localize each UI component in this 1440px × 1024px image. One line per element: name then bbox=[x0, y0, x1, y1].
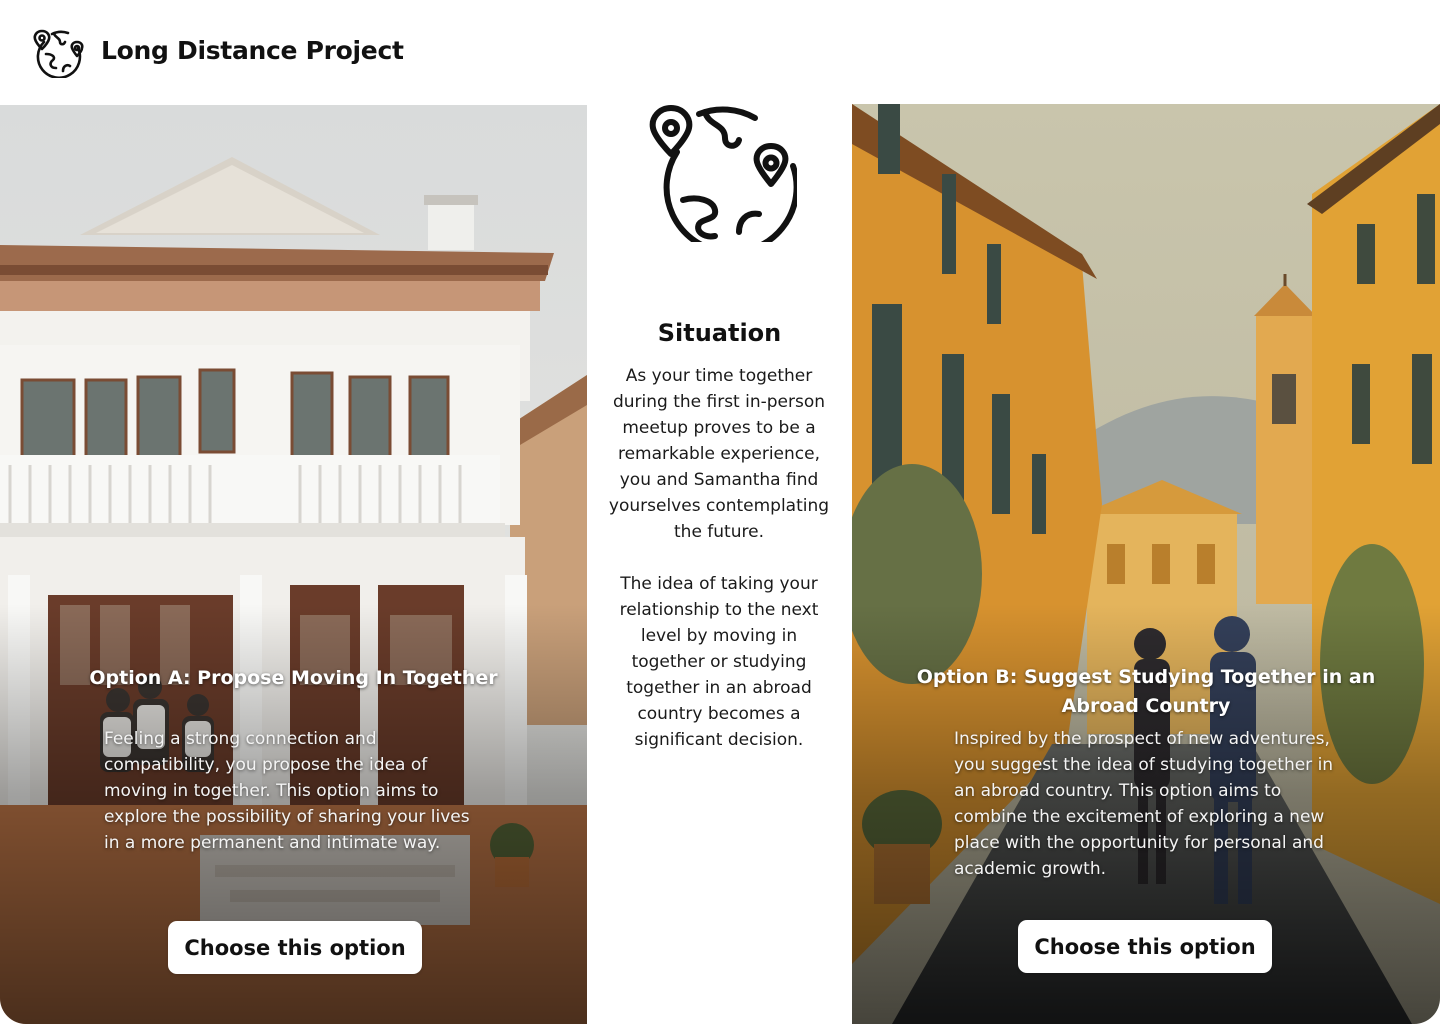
situation-paragraph: As your time together during the first i… bbox=[608, 366, 830, 542]
option-b-card: Option B: Suggest Studying Together in a… bbox=[852, 104, 1440, 1024]
option-b-description: Inspired by the prospect of new adventur… bbox=[954, 729, 1334, 879]
app-title: Long Distance Project bbox=[101, 36, 404, 65]
situation-panel: Situation As your time together during t… bbox=[587, 104, 852, 1024]
globe-with-pins-icon bbox=[649, 105, 797, 242]
situation-text: As your time together during the first i… bbox=[605, 363, 833, 753]
header: Long Distance Project bbox=[0, 0, 1440, 104]
globe-with-pins-icon bbox=[33, 29, 84, 78]
situation-paragraph: The idea of taking your relationship to … bbox=[619, 574, 819, 750]
situation-title: Situation bbox=[657, 319, 782, 347]
option-a-title: Option A: Propose Moving In Together bbox=[89, 667, 498, 689]
option-b-choose-button[interactable]: Choose this option bbox=[1018, 920, 1272, 973]
option-a-description: Feeling a strong connection and compatib… bbox=[104, 729, 470, 853]
option-a-card: Option A: Propose Moving In Together Fee… bbox=[0, 105, 587, 1024]
option-a-choose-button[interactable]: Choose this option bbox=[168, 921, 422, 974]
option-b-title: Option B: Suggest Studying Together in a… bbox=[916, 666, 1376, 717]
app-frame: Long Distance Project Option A: Propose … bbox=[0, 0, 1440, 1024]
